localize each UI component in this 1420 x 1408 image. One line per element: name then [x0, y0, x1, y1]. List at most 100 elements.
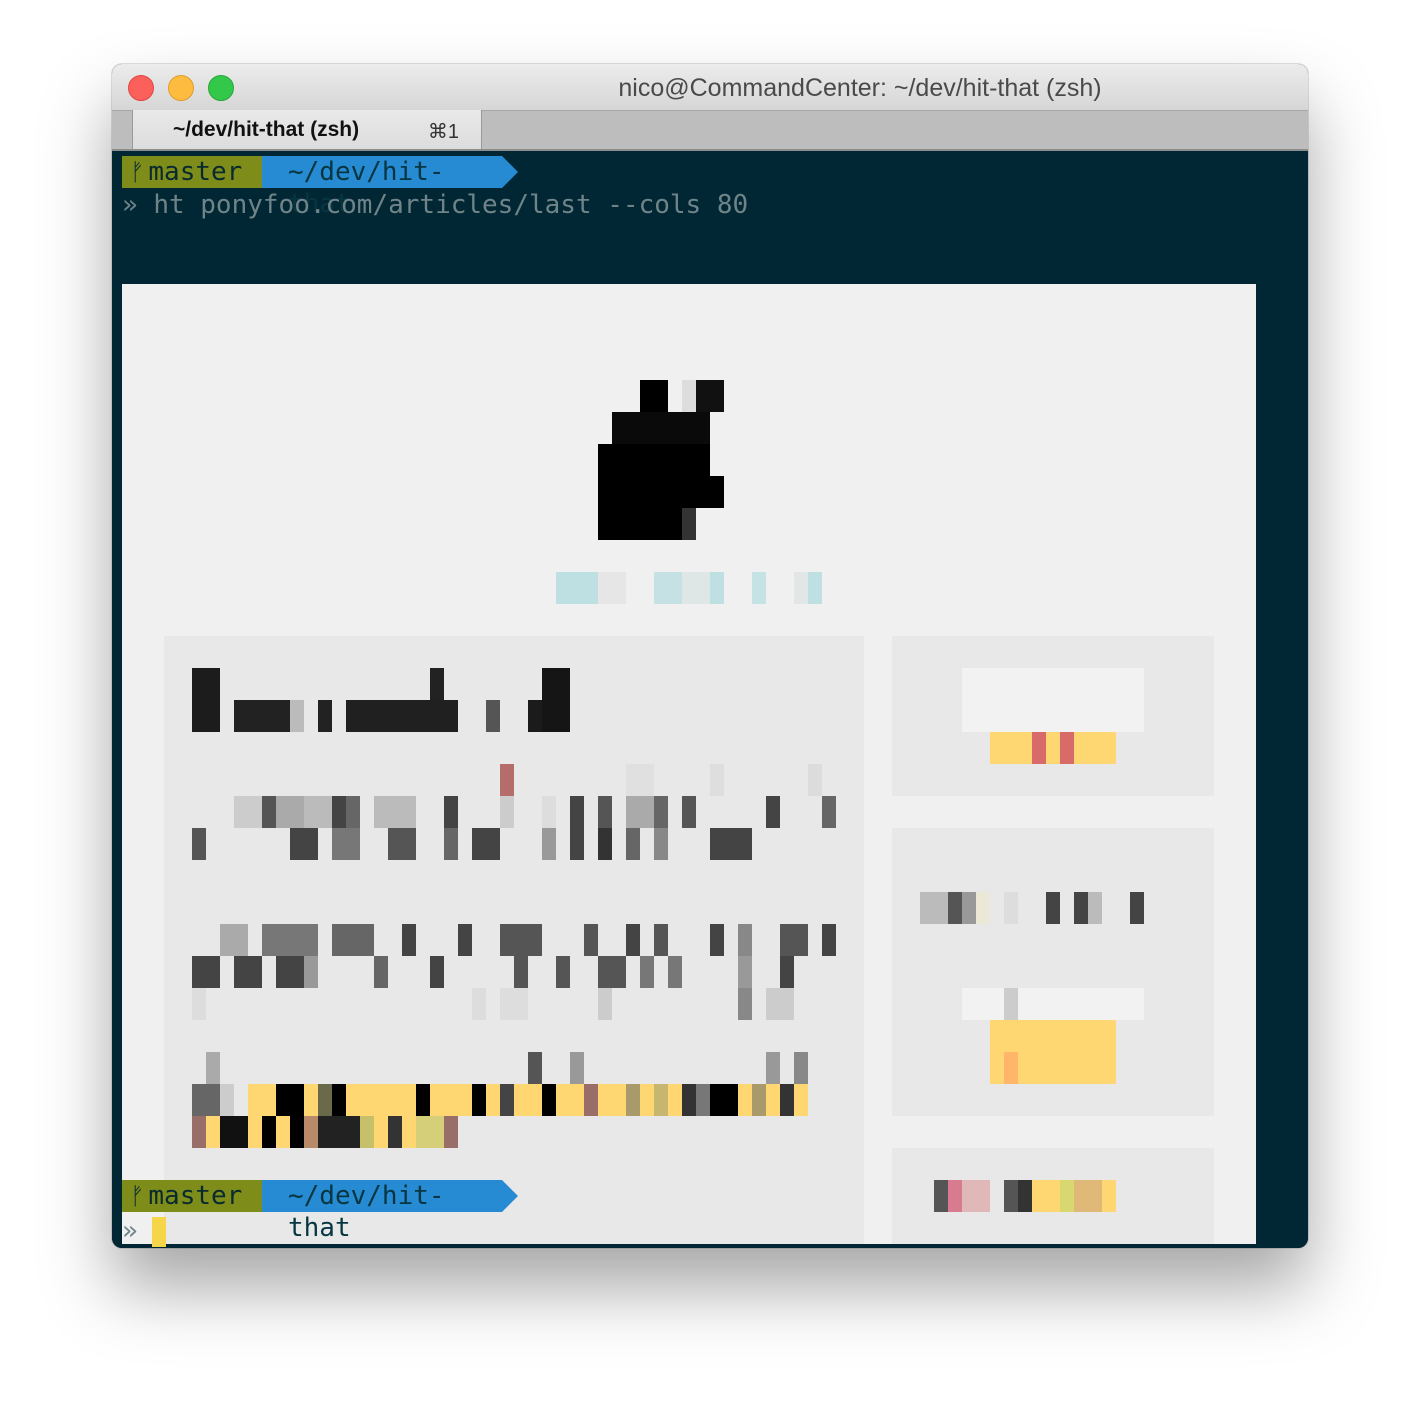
nav-pixel — [556, 572, 598, 604]
text-pixel — [766, 988, 794, 1020]
button-pixel — [1004, 1052, 1018, 1084]
code-pixel — [500, 1084, 514, 1116]
text-pixel — [388, 828, 416, 860]
text-pixel — [710, 924, 724, 956]
text-pixel — [822, 796, 836, 828]
sidebar-box-2 — [892, 828, 1214, 1116]
text-pixel — [458, 924, 472, 956]
text-pixel — [500, 796, 514, 828]
directory-segment: ~/dev/hit-that — [262, 156, 518, 219]
text-pixel — [332, 796, 346, 828]
tag-pixel — [1074, 1180, 1102, 1212]
command-text: ht ponyfoo.com/articles/last --cols 80 — [153, 190, 749, 220]
tab-shortcut: ⌘1 — [427, 121, 459, 143]
code-pixel — [780, 1084, 794, 1116]
code-pixel — [752, 1084, 766, 1116]
text-pixel — [528, 1052, 542, 1084]
text-pixel — [234, 956, 262, 988]
code-pixel — [388, 1116, 402, 1148]
text-pixel — [766, 1052, 780, 1084]
nav-pixel — [598, 572, 626, 604]
text-pixel — [192, 1084, 220, 1116]
window-title: nico@CommandCenter: ~/dev/hit-that (zsh) — [618, 74, 1102, 102]
tag-pixel — [1004, 1180, 1018, 1212]
code-pixel — [262, 1116, 276, 1148]
code-pixel — [416, 1116, 444, 1148]
text-pixel — [710, 828, 752, 860]
code-pixel — [220, 1116, 248, 1148]
code-pixel — [472, 1084, 486, 1116]
segment-arrow — [502, 156, 518, 188]
text-pixel — [542, 796, 556, 828]
code-pixel — [360, 1116, 374, 1148]
text-pixel — [640, 956, 654, 988]
code-pixel — [416, 1084, 430, 1116]
text-pixel — [444, 796, 458, 828]
button-pixel — [990, 732, 1116, 764]
text-pixel — [500, 764, 514, 796]
text-pixel — [304, 956, 318, 988]
title-pixel — [430, 668, 444, 700]
nav-pixel — [808, 572, 822, 604]
tag-pixel — [1018, 1180, 1032, 1212]
text-pixel — [444, 828, 458, 860]
text-pixel — [290, 828, 318, 860]
git-branch-name: master — [148, 157, 243, 187]
title-pixel — [318, 700, 332, 732]
text-pixel — [808, 764, 822, 796]
text-pixel — [192, 828, 206, 860]
title-pixel — [346, 700, 458, 732]
nav-pixel — [752, 572, 766, 604]
text-pixel — [262, 924, 318, 956]
terminal-content[interactable]: ᚠ master ~/dev/hit-that » ht ponyfoo.com/… — [112, 152, 1308, 1248]
title-pixel — [542, 668, 570, 732]
text-pixel — [276, 796, 304, 828]
button-pixel — [1032, 732, 1046, 764]
code-pixel — [318, 1116, 360, 1148]
text-pixel — [920, 892, 948, 924]
text-pixel — [570, 828, 584, 860]
text-pixel — [962, 892, 976, 924]
code-pixel — [626, 1084, 640, 1116]
text-pixel — [570, 796, 584, 828]
text-pixel — [402, 924, 416, 956]
nav-pixel — [682, 572, 710, 604]
tag-pixel — [1060, 1180, 1074, 1212]
input-line[interactable]: » — [122, 1214, 166, 1248]
tab-bar-divider — [112, 149, 1308, 151]
text-pixel — [626, 828, 640, 860]
code-pixel — [192, 1116, 206, 1148]
input-pixel — [962, 988, 1144, 1020]
text-pixel — [500, 924, 542, 956]
text-pixel — [542, 828, 556, 860]
logo-pixel — [598, 476, 724, 508]
code-pixel — [290, 1116, 304, 1148]
rendered-page-image — [122, 284, 1256, 1244]
tab-label: ~/dev/hit-that (zsh) — [173, 118, 360, 141]
tab-hit-that[interactable]: ~/dev/hit-that (zsh) ⌘1 — [132, 110, 482, 150]
title-bar[interactable]: nico@CommandCenter: ~/dev/hit-that (zsh) — [112, 64, 1308, 110]
code-pixel — [444, 1116, 458, 1148]
nav-pixel — [794, 572, 808, 604]
directory-segment: ~/dev/hit-that — [262, 1180, 518, 1243]
text-pixel — [234, 796, 262, 828]
text-pixel — [332, 924, 374, 956]
segment-arrow — [502, 1180, 518, 1212]
text-pixel — [220, 1084, 234, 1116]
text-pixel — [1046, 892, 1060, 924]
logo-pixel — [598, 508, 682, 540]
title-pixel — [290, 700, 304, 732]
text-pixel — [1074, 892, 1088, 924]
code-pixel — [276, 1084, 304, 1116]
code-pixel — [710, 1084, 738, 1116]
git-branch-name: master — [148, 1181, 243, 1211]
text-pixel — [206, 1052, 220, 1084]
logo-pixel — [640, 380, 668, 412]
text-pixel — [598, 956, 626, 988]
text-pixel — [626, 764, 654, 796]
nav-pixel — [710, 572, 724, 604]
text-pixel — [654, 924, 668, 956]
text-pixel — [626, 796, 654, 828]
text-pixel — [976, 892, 990, 924]
text-pixel — [1088, 892, 1102, 924]
